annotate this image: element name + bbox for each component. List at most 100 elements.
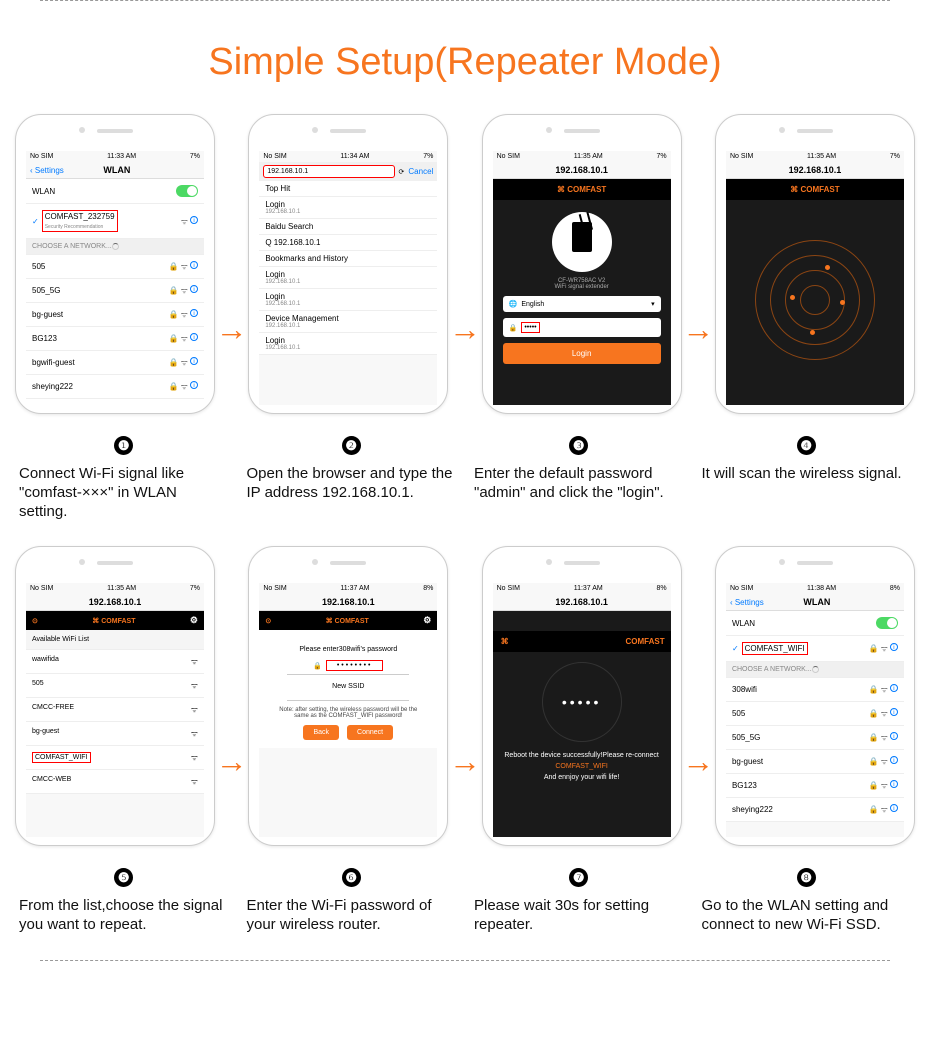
note-text: Note: after setting, the wireless passwo… [271,707,425,719]
network-item[interactable]: 505_5G🔒 ᯤ i [726,726,904,750]
wlan-toggle-row[interactable]: WLAN [726,611,904,636]
arrow-icon: → [216,743,248,780]
refresh-icon[interactable]: ⟳ [399,168,405,176]
wifi-item[interactable]: CMCC-FREEᯤ [26,698,204,722]
back-button[interactable]: Back [303,725,339,740]
arrow-icon: → [449,311,481,348]
arrow-icon: → [449,743,481,780]
network-item[interactable]: wawifida🔒 ᯤ i [26,399,204,405]
toggle-on-icon[interactable] [876,617,898,629]
gear-icon[interactable]: ⚙ [423,615,431,626]
lock-icon: 🔒 [313,662,322,670]
wifi-item[interactable]: wawifidaᯤ [26,650,204,674]
network-item[interactable]: bgwifi-guest🔒 ᯤ i [26,351,204,375]
spinner-icon [112,243,119,250]
nav-back[interactable]: ‹ Settings [730,598,764,607]
caption-2: ❷Open the browser and type the IP addres… [243,422,461,521]
toggle-on-icon[interactable] [176,185,198,197]
phone-screen: No SIM11:33 AM7% ‹ SettingsWLAN WLAN ✓CO… [26,151,204,405]
caption-5: ❺From the list,choose the signal you wan… [15,854,233,935]
caption-4: ❹It will scan the wireless signal. [698,422,916,521]
choose-network-header: CHOOSE A NETWORK... [726,662,904,678]
arrow-icon: → [682,311,714,348]
nav-title: 192.168.10.1 [497,165,667,175]
step-1: No SIM11:33 AM7% ‹ SettingsWLAN WLAN ✓CO… [15,114,215,414]
arrow-icon: → [216,311,248,348]
network-item[interactable]: 505🔒 ᯤ i [26,255,204,279]
wifi-item-selected[interactable]: COMFAST_WIFIᯤ [26,746,204,770]
phone-frame: No SIM11:33 AM7% ‹ SettingsWLAN WLAN ✓CO… [15,114,215,414]
page-title: Simple Setup(Repeater Mode) [0,41,930,84]
selected-network[interactable]: ✓COMFAST_WIFI🔒 ᯤ i [726,636,904,662]
caption-1: ❶Connect Wi-Fi signal like "comfast-×××"… [15,422,233,521]
network-item[interactable]: bg-guest🔒 ᯤ i [26,303,204,327]
suggestion-header: Baidu Search [259,219,437,235]
network-item[interactable]: sheying222🔒 ᯤ i [26,375,204,399]
network-item[interactable]: BG123🔒 ᯤ i [726,774,904,798]
reboot-message-2: And ennjoy your wifi life! [499,774,665,781]
radar-scan [755,240,875,360]
suggestion-item[interactable]: Login192.168.10.1 [259,289,437,311]
info-icon[interactable]: i [190,216,198,224]
suggestion-header: Top Hit [259,181,437,197]
suggestion-item[interactable]: Login192.168.10.1 [259,197,437,219]
language-select[interactable]: 🌐English▾ [503,296,661,312]
caption-8: ❽Go to the WLAN setting and connect to n… [698,854,916,935]
selected-network[interactable]: ✓COMFAST_232759Security Recommendationᯤi [26,204,204,239]
wifi-item[interactable]: CMCC-WEBᯤ [26,770,204,794]
nav-back[interactable]: ‹ Settings [30,166,64,175]
step-2: No SIM11:34 AM7% 192.168.10.1⟳Cancel Top… [248,114,448,414]
step-5: No SIM11:35 AM7% 192.168.10.1 ⊙⌘ COMFAST… [15,546,215,846]
caption-3: ❸Enter the default password "admin" and … [470,422,688,521]
password-prompt: Please enter308wifi's password [267,646,429,653]
step-6: No SIM11:37 AM8% 192.168.10.1 ⊙⌘ COMFAST… [248,546,448,846]
step-8: No SIM11:38 AM8% ‹ SettingsWLAN WLAN ✓CO… [715,546,915,846]
network-item[interactable]: sheying222🔒 ᯤ i [726,798,904,822]
connect-button[interactable]: Connect [347,725,393,740]
reboot-ssid: COMFAST_WIFI [493,763,671,770]
suggestion-item[interactable]: Login192.168.10.1 [259,267,437,289]
brand-header: ⌘ COMFAST [493,179,671,200]
gear-icon[interactable]: ⚙ [190,615,198,626]
status-battery: 7% [190,153,200,160]
nav-title: WLAN [64,165,170,175]
steps-grid: No SIM11:33 AM7% ‹ SettingsWLAN WLAN ✓CO… [0,114,930,960]
network-item[interactable]: BG123🔒 ᯤ i [26,327,204,351]
device-image [552,212,612,272]
wifi-item[interactable]: 505ᯤ [26,674,204,698]
back-icon[interactable]: ⊙ [32,617,38,625]
wifi-icon: ᯤ [191,656,198,667]
cancel-button[interactable]: Cancel [408,167,433,176]
network-item[interactable]: 505_5G🔒 ᯤ i [26,279,204,303]
caption-6: ❻Enter the Wi-Fi password of your wirele… [243,854,461,935]
suggestion-item[interactable]: Device Management192.168.10.1 [259,311,437,333]
network-item[interactable]: 308wifi🔒 ᯤ i [726,678,904,702]
globe-icon: 🌐 [509,300,518,308]
network-item[interactable]: bg-guest🔒 ᯤ i [726,750,904,774]
wifi-item[interactable]: bg-guestᯤ [26,722,204,746]
arrow-icon: → [682,743,714,780]
wlan-toggle-row[interactable]: WLAN [26,179,204,204]
comfast-header: ⊙⌘ COMFAST⚙ [26,611,204,630]
choose-network-header: CHOOSE A NETWORK... [26,239,204,255]
list-header: Available WiFi List [26,630,204,650]
address-bar[interactable]: 192.168.10.1 ⟳Cancel [259,162,437,181]
step-3: No SIM11:35 AM7% 192.168.10.1 ⌘ COMFAST … [482,114,682,414]
progress-circle: ••••• [542,662,622,742]
url-input[interactable]: 192.168.10.1 [263,165,394,178]
password-input[interactable]: 🔒••••• [503,318,661,337]
password-field[interactable]: 🔒•••••••• [287,657,409,675]
lock-icon: 🔒 [509,324,518,332]
back-icon[interactable]: ⊙ [265,617,271,625]
suggestion-item[interactable]: Login192.168.10.1 [259,333,437,355]
suggestion-item[interactable]: Q 192.168.10.1 [259,235,437,251]
ssid-field[interactable] [287,694,409,701]
wifi-icon: ᯤ [181,216,188,227]
device-subtitle: WiFi signal extender [493,284,671,290]
status-time: 11:33 AM [107,153,136,160]
reboot-message: Reboot the device successfully!Please re… [499,752,665,759]
step-7: No SIM11:37 AM8% 192.168.10.1 ⌘ COMFAST … [482,546,682,846]
caption-7: ❼Please wait 30s for setting repeater. [470,854,688,935]
network-item[interactable]: 505🔒 ᯤ i [726,702,904,726]
login-button[interactable]: Login [503,343,661,364]
